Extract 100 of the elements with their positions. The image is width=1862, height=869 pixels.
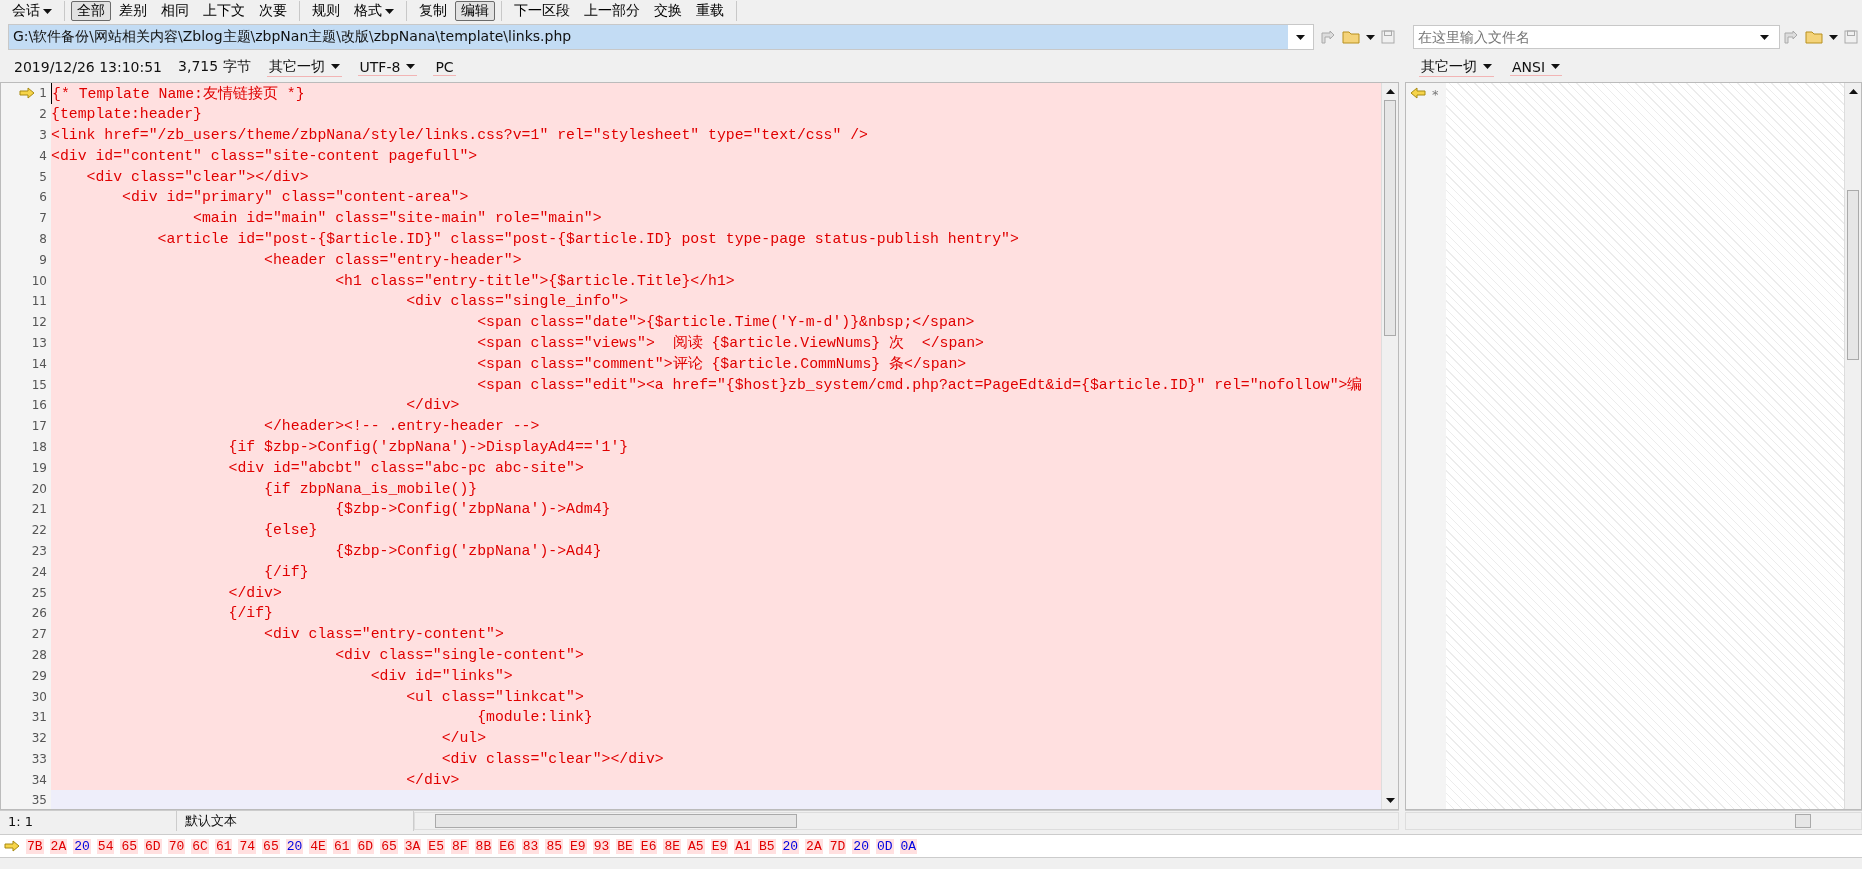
toolbar-button[interactable]: 相同 xyxy=(155,1,195,21)
encoding-dropdown[interactable]: ANSI xyxy=(1510,58,1563,76)
line-number: 24 xyxy=(1,561,51,583)
line-number: 9 xyxy=(1,249,51,271)
hex-byte: 8E xyxy=(663,838,682,854)
hex-byte: B5 xyxy=(757,838,776,854)
line-number: 21 xyxy=(1,498,51,520)
hex-byte: 20 xyxy=(73,838,91,854)
vertical-scrollbar[interactable] xyxy=(1381,83,1398,809)
toolbar-button[interactable]: 差别 xyxy=(113,1,153,21)
hex-byte: 74 xyxy=(238,838,257,854)
scroll-down-icon[interactable] xyxy=(1385,798,1395,803)
toolbar-button[interactable]: 格式 xyxy=(348,1,400,21)
hex-byte: E5 xyxy=(427,838,445,854)
line-ending-dropdown[interactable]: PC xyxy=(433,58,456,76)
toolbar-button[interactable]: 交换 xyxy=(648,1,688,21)
line-number: 4 xyxy=(1,145,51,167)
toolbar-button[interactable]: 规则 xyxy=(306,1,346,21)
hex-byte: 70 xyxy=(167,838,186,854)
toolbar-button[interactable]: 复制 xyxy=(413,1,453,21)
line-number: 7 xyxy=(1,207,51,229)
line-number: 3 xyxy=(1,124,51,146)
line-number: 15 xyxy=(1,374,51,395)
hex-byte: E6 xyxy=(498,838,516,854)
right-arrow-icon xyxy=(4,840,20,852)
scroll-thumb[interactable] xyxy=(1384,100,1396,336)
hex-byte: 3A xyxy=(403,838,422,854)
format-dropdown[interactable]: 其它一切 xyxy=(1419,57,1494,77)
scroll-thumb[interactable] xyxy=(1795,814,1811,828)
hex-byte: 2A xyxy=(49,838,68,854)
hex-byte: E6 xyxy=(639,838,658,854)
toolbar-button[interactable]: 编辑 xyxy=(455,1,495,21)
hex-byte: 85 xyxy=(545,838,563,854)
line-number: 18 xyxy=(1,436,51,458)
line-number: 1 xyxy=(1,83,51,104)
line-number: 30 xyxy=(1,686,51,707)
line-number: 33 xyxy=(1,748,51,770)
toolbar-button[interactable]: 上下文 xyxy=(197,1,251,21)
arrow-icon[interactable] xyxy=(1320,30,1336,44)
folder-icon[interactable] xyxy=(1805,30,1823,44)
arrow-icon[interactable] xyxy=(1783,30,1799,44)
file-path-field[interactable]: G:\软件备份\网站相关内容\Zblog主题\zbpNan主题\改版\zbpNana\template\links.php xyxy=(8,24,1314,50)
hex-byte: 83 xyxy=(521,838,540,854)
hex-byte: 6D xyxy=(144,838,162,854)
save-icon[interactable] xyxy=(1381,30,1395,44)
hex-byte: 20 xyxy=(781,838,800,854)
hex-byte: 65 xyxy=(262,838,280,854)
hex-byte: BE xyxy=(616,838,634,854)
line-number: 16 xyxy=(1,394,51,416)
folder-icon[interactable] xyxy=(1342,30,1360,44)
line-number: 22 xyxy=(1,519,51,541)
scroll-up-icon[interactable] xyxy=(1385,89,1395,94)
scroll-thumb[interactable] xyxy=(1847,190,1859,360)
hex-byte: 6D xyxy=(356,838,375,854)
line-marker: * xyxy=(1432,87,1439,102)
toolbar-button[interactable]: 下一区段 xyxy=(508,1,576,21)
horizontal-scrollbar[interactable] xyxy=(1405,812,1862,830)
line-number: 13 xyxy=(1,332,51,354)
hex-byte: E9 xyxy=(569,838,587,854)
hex-byte: 2A xyxy=(805,838,823,854)
line-number: 25 xyxy=(1,582,51,603)
dropdown-caret-icon xyxy=(1366,34,1375,40)
right-arrow-icon xyxy=(19,87,36,100)
toolbar-button[interactable]: 全部 xyxy=(71,1,111,21)
hex-byte: 93 xyxy=(592,838,611,854)
hex-byte: 0D xyxy=(875,838,894,854)
format-dropdown[interactable]: 其它一切 xyxy=(266,57,342,77)
left-arrow-icon xyxy=(1410,87,1426,99)
hex-byte: 8F xyxy=(450,838,469,854)
dropdown-caret-icon xyxy=(1551,64,1561,69)
hex-byte: 65 xyxy=(380,838,398,854)
save-icon[interactable] xyxy=(1844,30,1858,44)
hex-byte: 8B xyxy=(474,838,493,854)
file-name-field[interactable]: 在这里输入文件名 xyxy=(1413,25,1780,49)
line-number: 17 xyxy=(1,415,51,437)
file-timestamp: 2019/12/26 13:10:51 xyxy=(14,59,163,75)
cursor-position: 1: 1 xyxy=(0,811,177,831)
toolbar-button[interactable]: 上一部分 xyxy=(578,1,646,21)
hex-byte: 6C xyxy=(191,838,209,854)
line-number: 10 xyxy=(1,270,51,291)
horizontal-scrollbar[interactable] xyxy=(414,812,1399,830)
scroll-up-icon[interactable] xyxy=(1848,89,1858,94)
toolbar-button[interactable]: 重载 xyxy=(690,1,730,21)
file-size: 3,715 字节 xyxy=(178,58,251,76)
line-number: 28 xyxy=(1,644,51,666)
line-number: 35 xyxy=(1,790,51,809)
encoding-dropdown[interactable]: UTF-8 xyxy=(357,58,418,76)
toolbar-button[interactable]: 次要 xyxy=(253,1,293,21)
line-number: 19 xyxy=(1,457,51,479)
line-number: 34 xyxy=(1,769,51,791)
hex-byte: 7D xyxy=(828,838,847,854)
hex-byte: 61 xyxy=(214,838,233,854)
dropdown-caret-icon xyxy=(43,8,52,14)
scroll-thumb[interactable] xyxy=(435,814,797,828)
hex-byte: A5 xyxy=(687,838,705,854)
line-number: 2 xyxy=(1,103,51,125)
dropdown-caret-icon xyxy=(406,64,416,69)
line-number: 6 xyxy=(1,187,51,208)
vertical-scrollbar[interactable] xyxy=(1844,83,1861,809)
toolbar-button[interactable]: 会话 xyxy=(6,1,58,21)
